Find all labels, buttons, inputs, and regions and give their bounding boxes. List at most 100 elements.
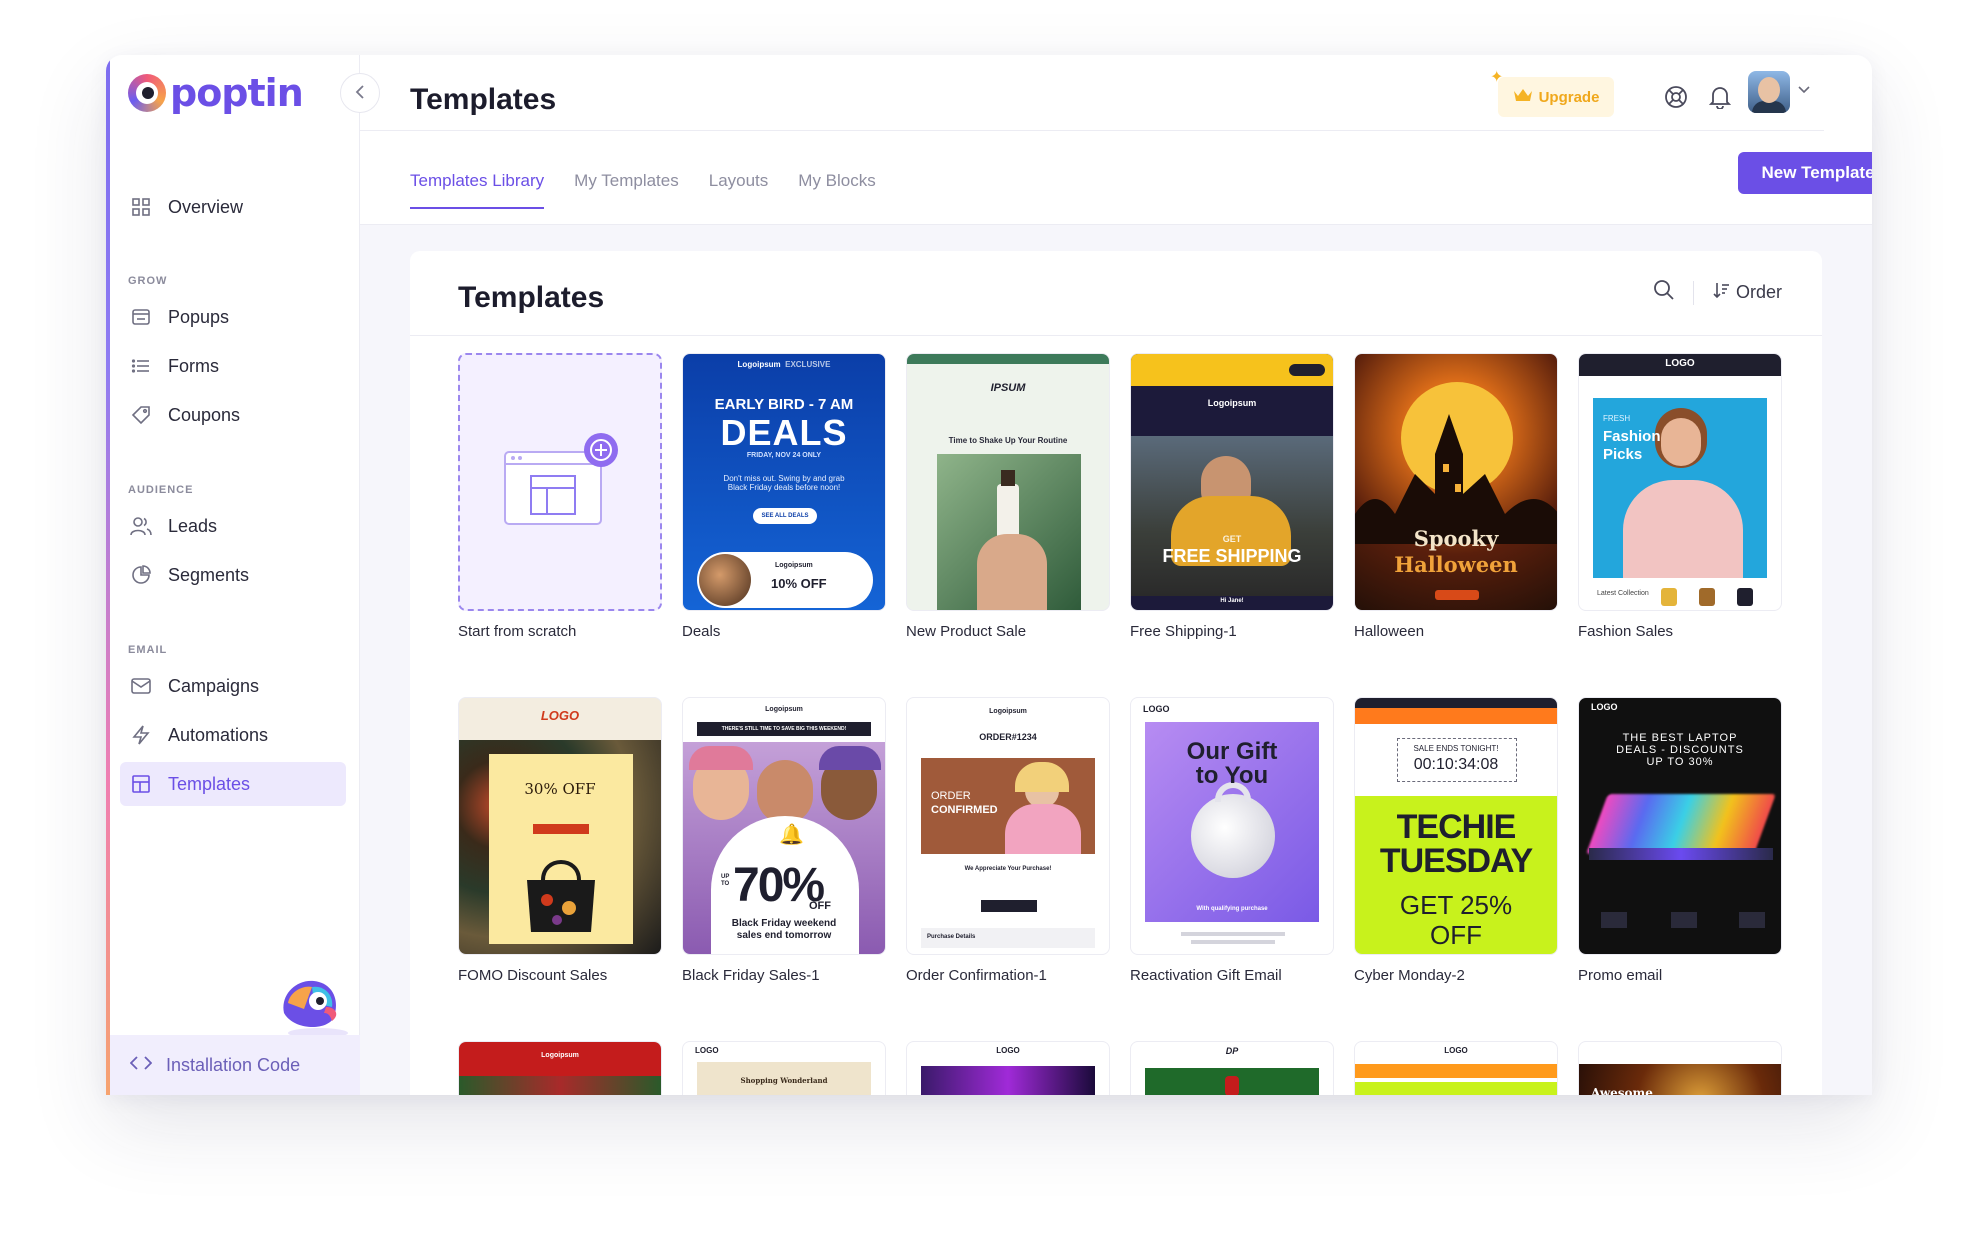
template-card-new-product-sale[interactable]: IPSUM Time to Shake Up Your Routine New … (906, 353, 1110, 640)
thumb-brand: Logoipsum (989, 708, 1027, 715)
sidebar-item-label: Automations (168, 724, 269, 745)
sidebar-item-forms[interactable]: Forms (120, 344, 346, 388)
poptin-logo[interactable]: poptin (128, 71, 304, 115)
sidebar-item-segments[interactable]: Segments (120, 553, 346, 597)
thumb-line: Fashion (1603, 428, 1661, 445)
tag-icon (130, 404, 152, 426)
sidebar-item-label: Coupons (168, 404, 241, 425)
thumb-body: Don't miss out. Swing by and grab Black … (723, 474, 845, 492)
new-template-button[interactable]: New Template (1738, 152, 1872, 194)
template-card-order-confirmation[interactable]: Logoipsum ORDER#1234 ORDER CONFIRMED We … (906, 697, 1110, 984)
collapse-sidebar-button[interactable] (340, 73, 380, 113)
thumb-upto: UP TO (721, 874, 730, 887)
sidebar-item-label: Campaigns (168, 675, 260, 696)
upgrade-label: Upgrade (1538, 88, 1600, 106)
thumb-line: CONFIRMED (931, 804, 998, 816)
order-button[interactable]: Order (1712, 281, 1782, 304)
help-icon[interactable] (1660, 81, 1692, 113)
sidebar-item-overview[interactable]: Overview (120, 185, 346, 229)
template-thumbnail: DP (1130, 1041, 1334, 1095)
chevron-down-icon[interactable] (1798, 81, 1810, 97)
template-card-row3-4[interactable]: DP (1130, 1041, 1334, 1095)
thumb-sale: SALE ENDS TONIGHT! (1413, 744, 1499, 753)
template-card-promo-email[interactable]: LOGO THE BEST LAPTOP DEALS - DISCOUNTS U… (1578, 697, 1782, 984)
template-label: Halloween (1354, 623, 1425, 640)
template-card-cyber-monday[interactable]: SALE ENDS TONIGHT! 00:10:34:08 TECHIE TU… (1354, 697, 1558, 984)
thumb-line: Picks (1603, 446, 1643, 463)
thumb-timer: 00:10:34:08 (1413, 756, 1499, 773)
sidebar-item-label: Segments (168, 564, 250, 585)
template-label: New Product Sale (906, 623, 1027, 640)
template-thumbnail: Logoipsum GET FREE SHIPPING Hi Jane! (1130, 353, 1334, 611)
thumb-footer: sales end tomorrow (736, 930, 832, 941)
thumb-off: OFF (809, 900, 831, 912)
sidebar-item-coupons[interactable]: Coupons (120, 393, 346, 437)
panel-title: Templates (458, 281, 605, 314)
thumb-brand: LOGO (1591, 702, 1618, 712)
template-card-fashion-sales[interactable]: LOGO FRESH Fashion Picks Latest Collecti… (1578, 353, 1782, 640)
tab-my-blocks[interactable]: My Blocks (798, 171, 875, 209)
template-label: Cyber Monday-2 (1354, 967, 1465, 984)
section-grow: GROW (128, 275, 168, 287)
upgrade-button[interactable]: ✦ Upgrade (1490, 69, 1614, 117)
sidebar-item-label: Overview (168, 196, 244, 217)
popup-icon (130, 306, 152, 328)
thumb-brand: Logoipsum EXCLUSIVE (737, 360, 831, 369)
thumb-line: THE BEST LAPTOP (1622, 732, 1738, 744)
template-thumbnail: Logoipsum ORDER#1234 ORDER CONFIRMED We … (906, 697, 1110, 955)
thumb-sub: Shopping Wonderland (740, 1076, 828, 1085)
tab-my-templates[interactable]: My Templates (574, 171, 679, 209)
template-label: Reactivation Gift Email (1130, 967, 1282, 984)
template-card-halloween[interactable]: Spooky Halloween Halloween (1354, 353, 1558, 640)
template-label: Promo email (1578, 967, 1663, 984)
template-icon (130, 773, 152, 795)
installation-code-label: Installation Code (166, 1054, 301, 1075)
thumb-line: GET 25% (1399, 890, 1513, 920)
template-card-free-shipping[interactable]: Logoipsum GET FREE SHIPPING Hi Jane! Fre… (1130, 353, 1334, 640)
sidebar-item-popups[interactable]: Popups (120, 295, 346, 339)
sparkle-icon: ✦ (1490, 69, 1504, 86)
thumb-brand: Logoipsum (765, 706, 803, 713)
thumb-headline: FREE SHIPPING (1162, 546, 1302, 566)
thumb-line: ORDER (931, 790, 971, 802)
sidebar-item-campaigns[interactable]: Campaigns (120, 664, 346, 708)
template-card-reactivation-gift[interactable]: LOGO Our Gift to You With qualifying pur… (1130, 697, 1334, 984)
template-card-row3-3[interactable]: LOGO (906, 1041, 1110, 1095)
sidebar-item-automations[interactable]: Automations (120, 713, 346, 757)
panel-divider (410, 335, 1822, 336)
thumb-line: to You (1195, 762, 1269, 789)
template-thumbnail: IPSUM Time to Shake Up Your Routine (906, 353, 1110, 611)
sidebar-item-leads[interactable]: Leads (120, 504, 346, 548)
thumb-line: UP TO 30% (1646, 756, 1714, 768)
thumb-brand: Logoipsum (1207, 398, 1257, 408)
template-card-scratch[interactable]: Start from scratch (458, 353, 662, 640)
thumb-line: EARLY BIRD - 7 AM (714, 396, 854, 413)
template-tabs: Templates Library My Templates Layouts M… (410, 171, 876, 209)
sidebar-item-label: Popups (168, 306, 230, 327)
thumb-footer: Purchase Details (927, 934, 976, 940)
templates-panel: Templates Order Start from scratch Logoi… (410, 251, 1822, 1095)
template-card-row3-1[interactable]: Logoipsum (458, 1041, 662, 1095)
thumb-small: FRESH (1603, 414, 1631, 423)
template-card-row3-2[interactable]: LOGO Shopping Wonderland (682, 1041, 886, 1095)
template-card-deals[interactable]: Logoipsum EXCLUSIVE EARLY BIRD - 7 AM DE… (682, 353, 886, 640)
bell-icon[interactable] (1704, 81, 1736, 113)
thumb-line: OFF (1430, 920, 1482, 950)
tab-layouts[interactable]: Layouts (709, 171, 769, 209)
tab-templates-library[interactable]: Templates Library (410, 171, 545, 209)
new-template-label: New Template (1761, 163, 1872, 182)
thumb-brand: IPSUM (990, 382, 1026, 394)
thumb-brand: LOGO (540, 708, 580, 723)
mail-icon (130, 675, 152, 697)
template-card-row3-6[interactable]: Awesome (1578, 1041, 1782, 1095)
logo-icon (128, 74, 166, 112)
sidebar-item-templates[interactable]: Templates (120, 762, 346, 806)
sidebar-item-label: Templates (168, 773, 251, 794)
template-card-row3-5[interactable]: LOGO (1354, 1041, 1558, 1095)
user-avatar[interactable] (1748, 71, 1790, 113)
template-card-black-friday[interactable]: Logoipsum THERE'S STILL TIME TO SAVE BIG… (682, 697, 886, 984)
template-card-fomo-discount[interactable]: LOGO 30% OFF FOMO Discount Sales (458, 697, 662, 984)
thumb-brand: LOGO (1665, 358, 1695, 369)
installation-code-button[interactable]: Installation Code (110, 1035, 360, 1095)
search-icon[interactable] (1653, 279, 1675, 306)
